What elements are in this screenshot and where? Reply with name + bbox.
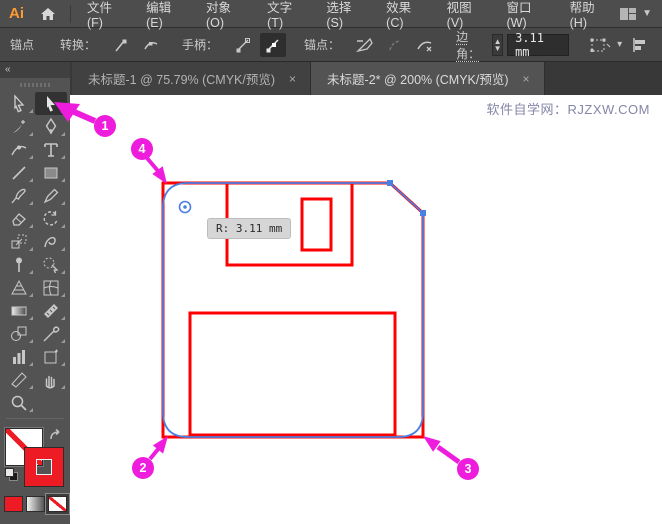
hide-handles-icon[interactable]	[230, 33, 256, 57]
floppy-label-rect[interactable]	[188, 311, 397, 437]
perspective-grid-tool[interactable]	[3, 276, 35, 299]
pen-tool[interactable]	[35, 115, 67, 138]
line-segment-tool[interactable]	[3, 161, 35, 184]
corner-radius-tooltip: R: 3.11 mm	[207, 218, 292, 239]
corner-radius-input[interactable]: 3.11 mm	[507, 31, 570, 59]
menu-type[interactable]: 文字(T)	[257, 0, 316, 30]
width-tool[interactable]	[35, 230, 67, 253]
menu-help[interactable]: 帮助(H)	[560, 0, 621, 30]
menu-object[interactable]: 对象(O)	[196, 0, 257, 30]
fill-stroke-swatches	[0, 426, 70, 524]
convert-to-smooth-icon[interactable]	[138, 33, 164, 57]
menu-view[interactable]: 视图(V)	[437, 0, 497, 30]
anchor-panel-label: 锚点	[10, 38, 35, 52]
scale-tool[interactable]	[3, 230, 35, 253]
floppy-disk-artwork	[161, 180, 426, 439]
none-button[interactable]	[48, 496, 67, 512]
rectangle-tool[interactable]	[35, 161, 67, 184]
menu-edit[interactable]: 编辑(E)	[136, 0, 196, 30]
type-tool[interactable]	[35, 138, 67, 161]
eraser-tool[interactable]	[3, 207, 35, 230]
eyedropper-tool[interactable]	[35, 322, 67, 345]
hand-tool[interactable]	[35, 368, 67, 391]
close-icon[interactable]: ×	[287, 72, 298, 86]
collapse-panel-button[interactable]: «	[0, 62, 70, 78]
corner-radius-label[interactable]: 边角：	[456, 28, 483, 62]
menu-effect[interactable]: 效果(C)	[376, 0, 437, 30]
home-icon[interactable]	[32, 7, 64, 21]
curvature-tool[interactable]	[3, 138, 35, 161]
illustrator-logo[interactable]: Ai	[0, 5, 32, 22]
document-tab-bar: 未标题-1 @ 75.79% (CMYK/预览) × 未标题-2* @ 200%…	[70, 62, 662, 95]
shaper-tool[interactable]	[35, 184, 67, 207]
tools-panel: «	[0, 62, 70, 524]
anchor-point[interactable]	[420, 210, 426, 216]
tab-untitled-1[interactable]: 未标题-1 @ 75.79% (CMYK/预览) ×	[72, 62, 312, 95]
paintbrush-tool[interactable]	[3, 184, 35, 207]
live-corner-widget[interactable]	[178, 200, 192, 214]
rotate-tool[interactable]	[35, 207, 67, 230]
menu-bar: Ai 文件(F) 编辑(E) 对象(O) 文字(T) 选择(S) 效果(C) 视…	[0, 0, 662, 30]
align-left-icon[interactable]	[626, 33, 652, 57]
convert-to-corner-icon[interactable]	[108, 33, 134, 57]
chevron-down-icon[interactable]: ▾	[617, 39, 622, 50]
remove-anchor-icon[interactable]	[382, 33, 408, 57]
control-bar: 锚点 转换： 手柄： 锚点： 边角： ▲ ▼ 3.11 mm ▾	[0, 28, 662, 62]
handles-label: 手柄：	[182, 38, 219, 52]
free-transform-tool[interactable]	[3, 253, 35, 276]
workspace-switcher-icon[interactable]	[620, 7, 637, 20]
isolate-selection-icon[interactable]	[587, 33, 613, 57]
measure-tool[interactable]	[35, 299, 67, 322]
cut-path-icon[interactable]	[412, 33, 438, 57]
magic-wand-tool[interactable]	[3, 115, 35, 138]
blend-tool[interactable]	[3, 322, 35, 345]
anchors-label: 锚点：	[304, 38, 341, 52]
close-icon[interactable]: ×	[521, 72, 532, 86]
tools-grip-handle[interactable]	[0, 78, 70, 92]
shape-builder-tool[interactable]	[35, 253, 67, 276]
stroke-swatch-red[interactable]	[25, 448, 63, 486]
floppy-window-rect[interactable]	[300, 197, 333, 252]
zoom-tool[interactable]	[3, 391, 35, 414]
anchor-point[interactable]	[387, 180, 393, 186]
tab-untitled-2[interactable]: 未标题-2* @ 200% (CMYK/预览) ×	[311, 62, 545, 95]
mesh-tool[interactable]	[35, 276, 67, 299]
corner-radius-stepper[interactable]: ▲ ▼	[492, 33, 504, 56]
artboard-canvas[interactable]: 软件自学网：RJZXW.COM R: 3.11 mm	[70, 95, 662, 524]
default-fill-stroke-icon[interactable]	[5, 468, 19, 482]
empty-cell	[35, 391, 67, 414]
column-graph-tool[interactable]	[3, 345, 35, 368]
artboard-tool[interactable]	[35, 345, 67, 368]
gradient-button[interactable]	[26, 496, 45, 512]
menu-separator	[70, 4, 71, 23]
selection-tool[interactable]	[3, 92, 35, 115]
show-handles-icon[interactable]	[260, 32, 287, 57]
floppy-outline-path[interactable]	[161, 181, 425, 439]
convert-label: 转换：	[60, 38, 97, 52]
selection-path-preview	[162, 182, 424, 438]
chevron-down-icon[interactable]: ▼	[642, 8, 652, 19]
delete-anchor-icon[interactable]	[352, 33, 378, 57]
menu-window[interactable]: 窗口(W)	[497, 0, 560, 30]
menu-select[interactable]: 选择(S)	[316, 0, 376, 30]
direct-selection-tool[interactable]	[35, 92, 67, 115]
swap-fill-stroke-icon[interactable]	[48, 428, 64, 447]
align-center-icon[interactable]	[656, 33, 662, 57]
gradient-tool[interactable]	[3, 299, 35, 322]
slice-tool[interactable]	[3, 368, 35, 391]
color-button[interactable]	[4, 496, 23, 512]
menu-file[interactable]: 文件(F)	[77, 0, 136, 30]
